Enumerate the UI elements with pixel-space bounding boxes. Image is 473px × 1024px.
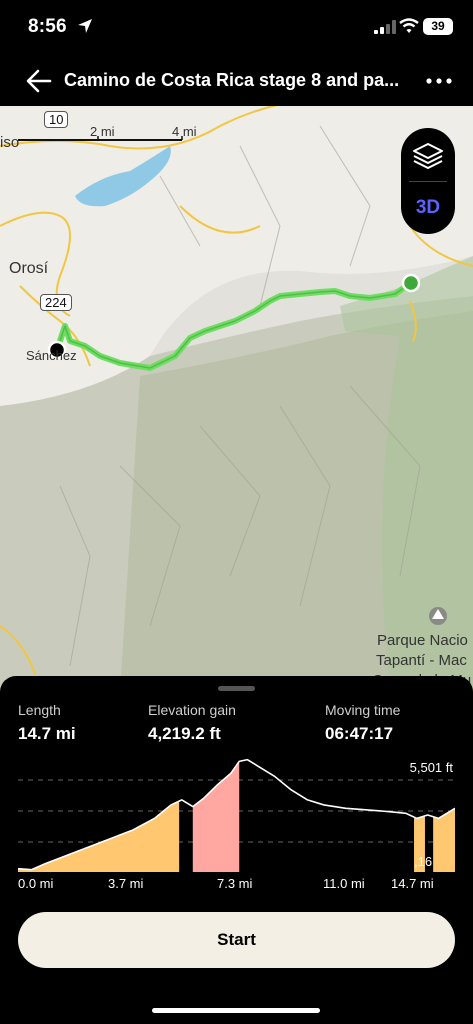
map-view[interactable]: 2 mi 4 mi iso Orosí 224 10 Sánchez Parqu… xyxy=(0,106,473,692)
stat-gain-value: 4,219.2 ft xyxy=(148,724,221,743)
stat-time-value: 06:47:17 xyxy=(325,724,394,743)
x-tick-1: 3.7 mi xyxy=(108,876,144,891)
wifi-icon xyxy=(399,18,419,33)
elevation-profile-chart[interactable]: 5,501 ft ,16 xyxy=(18,750,455,874)
battery-indicator: 39 xyxy=(423,18,453,35)
stat-moving-time: Moving time 06:47:17 xyxy=(325,702,400,744)
x-tick-2: 7.3 mi xyxy=(217,876,253,891)
road-shield-224: 224 xyxy=(40,294,72,311)
stat-length-value: 14.7 mi xyxy=(18,724,76,743)
more-options-icon[interactable] xyxy=(424,70,454,92)
place-label-sanchez: Sánchez xyxy=(26,348,77,363)
back-arrow-icon[interactable] xyxy=(24,66,54,96)
route-details-sheet: Length 14.7 mi Elevation gain 4,219.2 ft… xyxy=(0,676,473,1024)
stat-elevation-gain: Elevation gain 4,219.2 ft xyxy=(148,702,236,744)
3d-toggle-button[interactable]: 3D xyxy=(401,181,455,234)
min-elevation-label: ,16 xyxy=(414,854,432,869)
status-bar: 8:56 39 xyxy=(0,0,473,56)
scale-label-4mi: 4 mi xyxy=(172,124,197,139)
x-tick-4: 14.7 mi xyxy=(391,876,434,891)
start-button[interactable]: Start xyxy=(18,912,455,968)
x-tick-0: 0.0 mi xyxy=(18,876,54,891)
park-label-line2: Tapantí - Mac xyxy=(376,652,467,669)
app-header: Camino de Costa Rica stage 8 and pa... xyxy=(0,56,473,106)
stat-gain-label: Elevation gain xyxy=(148,702,236,718)
scale-label-2mi: 2 mi xyxy=(90,124,115,139)
layers-icon[interactable] xyxy=(401,128,455,181)
signal-icon xyxy=(374,20,396,34)
clock: 8:56 xyxy=(28,16,67,37)
max-elevation-label: 5,501 ft xyxy=(410,760,454,775)
stat-length: Length 14.7 mi xyxy=(18,702,76,744)
place-label-iso: iso xyxy=(0,134,20,151)
map-controls: 3D xyxy=(401,128,455,234)
home-indicator xyxy=(152,1008,320,1013)
location-arrow-icon xyxy=(78,19,92,33)
sheet-drag-handle[interactable] xyxy=(218,686,255,691)
x-tick-3: 11.0 mi xyxy=(323,876,365,891)
place-label-orosi: Orosí xyxy=(9,260,49,277)
profile-segment-1 xyxy=(192,761,240,872)
stat-time-label: Moving time xyxy=(325,702,401,718)
profile-segment-0 xyxy=(18,801,180,872)
route-start-marker[interactable] xyxy=(401,273,421,293)
road-shield-10: 10 xyxy=(44,111,69,128)
stat-length-label: Length xyxy=(18,702,61,718)
park-label-line1: Parque Nacio xyxy=(377,632,468,649)
route-title: Camino de Costa Rica stage 8 and pa... xyxy=(64,70,400,90)
